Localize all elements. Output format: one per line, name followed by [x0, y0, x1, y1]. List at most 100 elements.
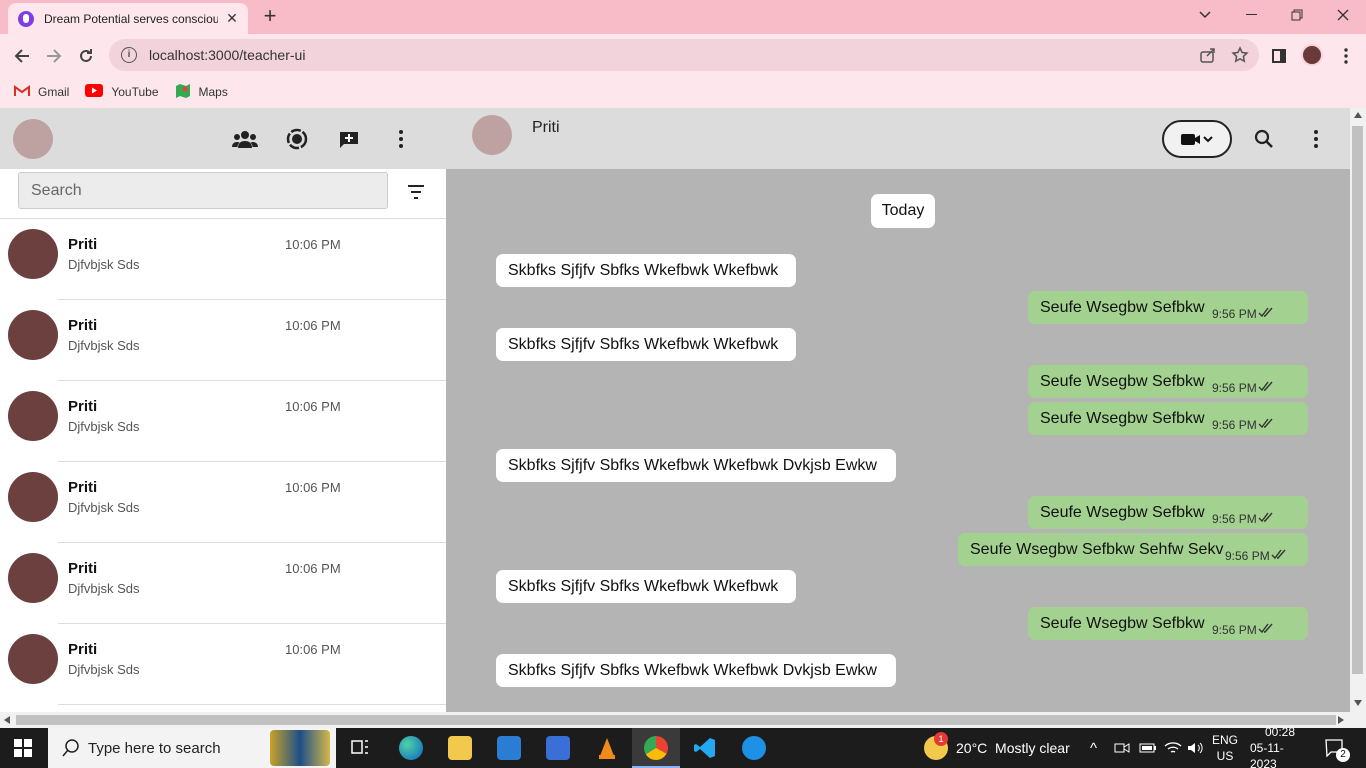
browser-tab-bar: Dream Potential serves consciou ✕ + [0, 0, 1366, 34]
last-message: Djfvbjsk Sds [68, 419, 140, 434]
last-message: Djfvbjsk Sds [68, 257, 140, 272]
show-hidden-icons-chevron-icon[interactable]: ^ [1090, 728, 1097, 768]
search-icon[interactable] [1251, 126, 1277, 152]
site-info-icon[interactable]: i [121, 47, 137, 63]
maps-icon [175, 83, 191, 102]
volume-icon[interactable] [1187, 728, 1203, 768]
notification-count: 2 [1336, 748, 1350, 762]
vlc-icon[interactable] [595, 736, 619, 760]
video-camera-icon [1181, 134, 1213, 145]
side-panel-icon[interactable] [1266, 43, 1292, 69]
bookmark-maps[interactable]: Maps [175, 83, 228, 102]
language-indicator[interactable]: ENG US [1212, 728, 1238, 768]
contact-name: Priti [68, 236, 98, 253]
outgoing-message[interactable]: Seufe Wsegbw Sefbkw Sehfw Sekv 9:56 PM [958, 533, 1308, 566]
edge-browser-icon[interactable] [399, 736, 423, 760]
chat-list-item[interactable]: Priti Djfvbjsk Sds 10:06 PM [0, 300, 446, 381]
minimize-button[interactable] [1228, 4, 1274, 26]
scroll-thumb[interactable] [16, 715, 1336, 725]
conversation-menu-icon[interactable] [1303, 126, 1329, 152]
chat-list-item[interactable]: Priti Djfvbjsk Sds 10:06 PM [0, 624, 446, 705]
incoming-message[interactable]: Skbfks Sjfjfv Sbfks Wkefbwk Wkefbwk [496, 254, 796, 287]
browser-tab[interactable]: Dream Potential serves consciou ✕ [8, 3, 248, 34]
chat-list-item[interactable]: Priti Djfvbjsk Sds 10:06 PM [0, 219, 446, 300]
message-text: Skbfks Sjfjfv Sbfks Wkefbwk Wkefbwk [508, 577, 779, 595]
reload-icon[interactable] [73, 43, 99, 69]
scroll-down-arrow-icon[interactable] [1354, 700, 1362, 706]
docker-icon[interactable] [742, 736, 766, 760]
vscode-icon[interactable] [693, 736, 717, 760]
outgoing-message[interactable]: Seufe Wsegbw Sefbkw 9:56 PM [1028, 402, 1308, 435]
message-text: Seufe Wsegbw Sefbkw [1040, 614, 1205, 632]
share-icon[interactable] [1199, 46, 1217, 64]
mail-icon[interactable] [497, 736, 521, 760]
close-window-button[interactable] [1320, 4, 1366, 26]
message-time: 9:56 PM [1212, 307, 1257, 321]
chat-search-input[interactable]: Search [18, 172, 388, 209]
incoming-message[interactable]: Skbfks Sjfjfv Sbfks Wkefbwk Wkefbwk [496, 570, 796, 603]
restore-button[interactable] [1274, 4, 1320, 26]
browser-menu-icon[interactable] [1333, 43, 1359, 69]
incoming-message[interactable]: Skbfks Sjfjfv Sbfks Wkefbwk Wkefbwk Dvkj… [496, 654, 896, 687]
battery-icon[interactable] [1139, 728, 1157, 768]
double-check-icon [1258, 623, 1273, 634]
tab-search-chevron-icon[interactable] [1182, 4, 1228, 26]
clock-date: 05-11-2023 [1250, 741, 1284, 768]
clock-time: 00:28 [1264, 725, 1296, 739]
status-icon[interactable] [284, 126, 310, 152]
scroll-left-arrow-icon[interactable] [4, 716, 10, 724]
community-icon[interactable] [232, 126, 258, 152]
scroll-up-arrow-icon[interactable] [1354, 112, 1362, 118]
store-icon[interactable] [546, 736, 570, 760]
sidebar-menu-icon[interactable] [388, 126, 414, 152]
outgoing-message[interactable]: Seufe Wsegbw Sefbkw 9:56 PM [1028, 365, 1308, 398]
contact-name: Priti [68, 317, 98, 334]
url-text: localhost:3000/teacher-ui [149, 47, 306, 63]
user-avatar[interactable] [13, 119, 53, 159]
message-time: 10:06 PM [285, 561, 341, 576]
weather-badge: 1 [934, 732, 948, 746]
outgoing-message[interactable]: Seufe Wsegbw Sefbkw 9:56 PM [1028, 607, 1308, 640]
clock[interactable]: 00:28 05-11-2023 [1250, 725, 1310, 768]
filter-icon[interactable] [406, 185, 426, 199]
file-explorer-icon[interactable] [448, 736, 472, 760]
browser-toolbar: i localhost:3000/teacher-ui [0, 34, 1366, 76]
bookmark-youtube[interactable]: YouTube [85, 84, 159, 100]
message-text: Seufe Wsegbw Sefbkw [1040, 372, 1205, 390]
message-time: 9:56 PM [1212, 381, 1257, 395]
chat-list-item[interactable]: Priti Djfvbjsk Sds 10:06 PM [0, 543, 446, 624]
incoming-message[interactable]: Skbfks Sjfjfv Sbfks Wkefbwk Wkefbwk Dvkj… [496, 449, 896, 482]
outgoing-message[interactable]: Seufe Wsegbw Sefbkw 9:56 PM [1028, 496, 1308, 529]
horizontal-scrollbar[interactable] [0, 712, 1366, 728]
chat-list-item[interactable]: Priti Djfvbjsk Sds 10:06 PM [0, 462, 446, 543]
scroll-right-arrow-icon[interactable] [1338, 716, 1344, 724]
contact-avatar[interactable] [472, 115, 512, 155]
incoming-message[interactable]: Skbfks Sjfjfv Sbfks Wkefbwk Wkefbwk [496, 328, 796, 361]
weather-widget[interactable]: 1 20°C Mostly clear [924, 728, 1070, 768]
profile-avatar[interactable] [1301, 44, 1323, 66]
task-view-icon[interactable] [350, 736, 374, 760]
message-text: Seufe Wsegbw Sefbkw [1040, 298, 1205, 316]
new-chat-icon[interactable] [336, 126, 362, 152]
back-arrow-icon[interactable] [9, 43, 35, 69]
message-text: Seufe Wsegbw Sefbkw [1040, 503, 1205, 521]
video-call-button[interactable] [1162, 120, 1232, 158]
forward-arrow-icon[interactable] [41, 43, 67, 69]
windows-taskbar: Type here to search 1 20°C Mostly clear … [0, 725, 1366, 768]
wifi-icon[interactable] [1164, 728, 1182, 768]
windows-start-icon[interactable] [14, 739, 32, 757]
address-bar[interactable]: i localhost:3000/teacher-ui [109, 39, 1259, 71]
outgoing-message[interactable]: Seufe Wsegbw Sefbkw 9:56 PM [1028, 291, 1308, 324]
vertical-scrollbar[interactable] [1350, 108, 1366, 712]
taskbar-search-input[interactable]: Type here to search [48, 728, 336, 768]
scroll-thumb[interactable] [1352, 126, 1363, 674]
bookmark-star-icon[interactable] [1231, 46, 1249, 64]
weather-text: 20°C Mostly clear [956, 740, 1070, 756]
chat-list-item[interactable]: Priti Djfvbjsk Sds 10:06 PM [0, 381, 446, 462]
notifications-button[interactable]: 2 [1324, 728, 1350, 768]
new-tab-button[interactable]: + [258, 5, 282, 29]
bookmark-gmail[interactable]: Gmail [14, 84, 69, 100]
meet-icon[interactable] [1114, 728, 1130, 768]
close-tab-icon[interactable]: ✕ [224, 10, 240, 27]
chrome-taskbar-button[interactable] [632, 728, 680, 768]
